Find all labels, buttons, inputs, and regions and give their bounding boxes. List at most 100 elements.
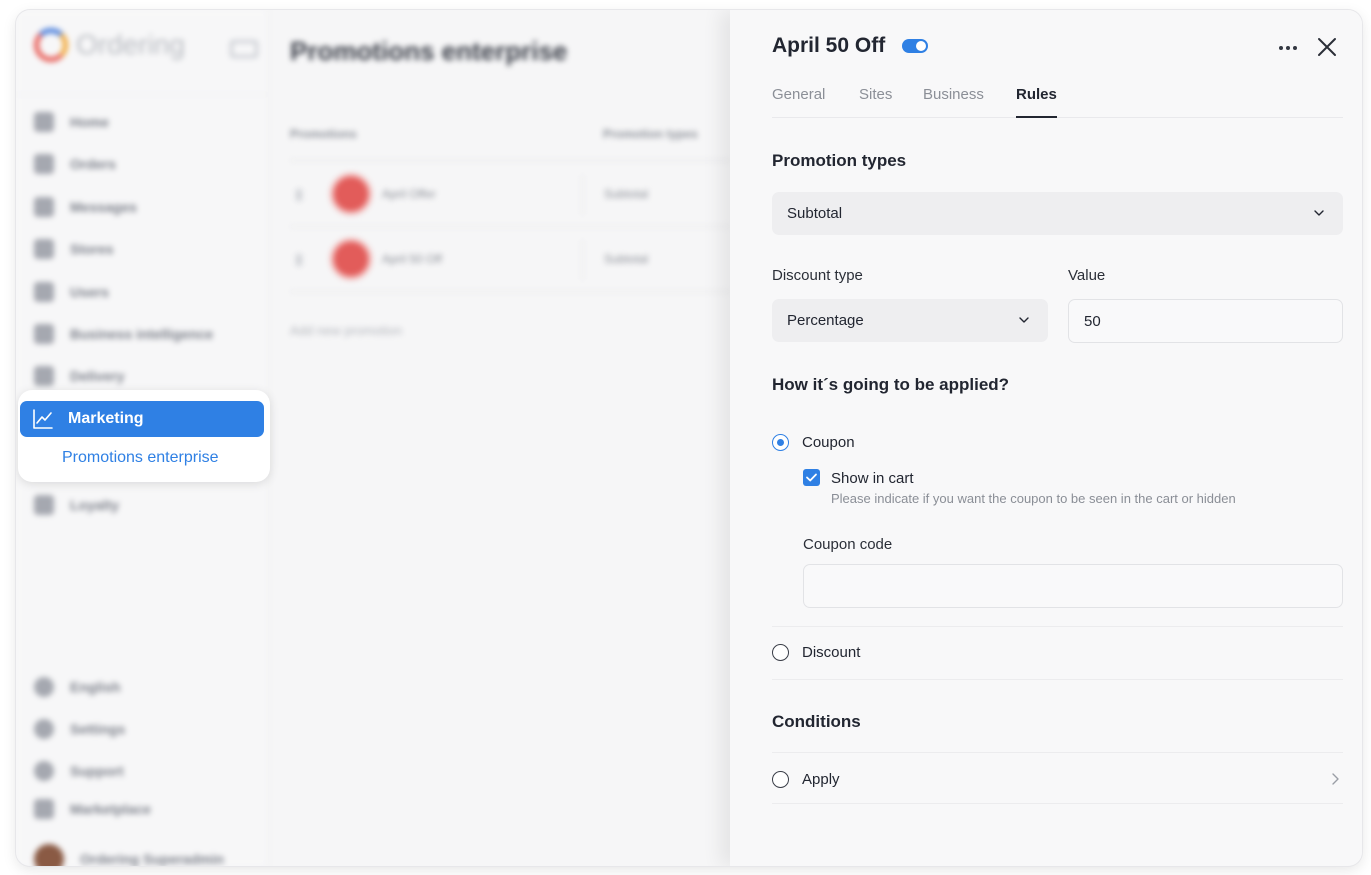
sidebar-item-label: Business intelligence <box>70 326 214 342</box>
sidebar-item-label: Marketing <box>68 410 144 427</box>
sidebar-subitem-promotions-enterprise[interactable]: Promotions enterprise <box>62 449 219 467</box>
sidebar-item-users[interactable]: Users <box>34 282 109 302</box>
promotion-name: April Offer <box>382 187 436 201</box>
sidebar-item-loyalty[interactable]: Loyalty <box>34 495 119 515</box>
more-options-icon[interactable] <box>1276 40 1300 56</box>
sidebar-item-marketplace[interactable]: Marketplace <box>34 799 151 819</box>
sidebar-item-support[interactable]: Support <box>34 761 124 781</box>
add-promotion-link[interactable]: Add new promotion <box>290 323 402 338</box>
table-row[interactable]: April 50 Off Subtotal <box>290 228 730 292</box>
tab-business[interactable]: Business <box>923 86 984 118</box>
sidebar-item-settings[interactable]: Settings <box>34 719 125 739</box>
sidebar-item-orders[interactable]: Orders <box>34 154 116 174</box>
promotion-name: April 50 Off <box>382 252 442 266</box>
discount-radio-label: Discount <box>802 644 861 661</box>
coupon-code-label: Coupon code <box>803 536 893 553</box>
divider <box>772 803 1343 804</box>
chevron-right-icon[interactable] <box>1330 772 1340 786</box>
sidebar-item-label: Marketplace <box>70 801 151 817</box>
promotion-type: Subtotal <box>604 187 649 201</box>
language-label: English <box>70 679 121 695</box>
sidebar-item-label: Stores <box>70 241 114 257</box>
sidebar-item-stores[interactable]: Stores <box>34 239 114 259</box>
sidebar-item-label: Home <box>70 114 109 130</box>
coupon-code-input[interactable] <box>803 564 1343 608</box>
apply-label: Apply <box>802 771 840 788</box>
globe-icon <box>34 677 54 697</box>
collapse-sidebar-icon[interactable] <box>230 40 258 58</box>
close-icon[interactable] <box>1314 34 1340 60</box>
stores-icon <box>34 239 54 259</box>
app-window: Ordering Home Orders Messages Stores Use… <box>16 10 1362 866</box>
tab-general[interactable]: General <box>772 86 825 118</box>
sidebar-item-delivery[interactable]: Delivery <box>34 366 124 386</box>
trophy-icon <box>34 495 54 515</box>
promotion-icon <box>330 238 372 280</box>
tab-sites[interactable]: Sites <box>859 86 892 118</box>
enable-toggle[interactable] <box>902 39 928 53</box>
sidebar-item-label: Loyalty <box>70 497 120 513</box>
discount-radio[interactable] <box>772 644 789 661</box>
chevron-down-icon <box>1019 317 1029 323</box>
promotion-detail-drawer: April 50 Off General Sites Business Rule… <box>730 10 1362 866</box>
coupon-radio-label: Coupon <box>802 434 855 451</box>
sidebar-item-label: Support <box>70 763 124 779</box>
marketing-menu-card: Marketing Promotions enterprise <box>18 390 270 482</box>
promotion-type-select[interactable]: Subtotal <box>772 192 1343 235</box>
column-header-promotion-types: Promotion types <box>603 127 698 141</box>
show-in-cart-hint: Please indicate if you want the coupon t… <box>831 491 1236 506</box>
promotion-type-value: Subtotal <box>787 205 843 222</box>
user-profile[interactable]: Ordering Superadmin <box>34 844 224 866</box>
app-logo: Ordering <box>34 28 185 62</box>
value-input[interactable]: 50 <box>1068 299 1343 343</box>
drag-handle-icon[interactable] <box>296 254 302 266</box>
sidebar-item-label: Users <box>70 284 109 300</box>
promotion-icon <box>330 173 372 215</box>
external-link-icon <box>34 799 54 819</box>
logo-text: Ordering <box>76 29 185 60</box>
sidebar-item-label: Delivery <box>70 368 125 384</box>
divider <box>772 626 1343 627</box>
sidebar-item-label: Messages <box>70 199 137 215</box>
chart-line-icon <box>33 409 53 429</box>
checkmark-icon <box>806 473 817 482</box>
sidebar-item-business-intelligence[interactable]: Business intelligence <box>34 324 213 344</box>
divider <box>290 160 730 161</box>
divider <box>16 94 268 95</box>
discount-type-select[interactable]: Percentage <box>772 299 1048 342</box>
apply-radio[interactable] <box>772 771 789 788</box>
drag-handle-icon[interactable] <box>296 189 302 201</box>
chart-icon <box>34 324 54 344</box>
divider <box>582 175 583 215</box>
user-name: Ordering Superadmin <box>80 851 224 866</box>
coupon-radio[interactable] <box>772 434 789 451</box>
users-icon <box>34 282 54 302</box>
show-in-cart-checkbox[interactable] <box>803 469 820 486</box>
page-title: Promotions enterprise <box>290 36 568 66</box>
value-label: Value <box>1068 267 1106 284</box>
language-selector[interactable]: English <box>34 677 121 697</box>
column-header-promotions: Promotions <box>290 127 357 141</box>
orders-icon <box>34 154 54 174</box>
divider <box>582 240 583 280</box>
truck-icon <box>34 366 54 386</box>
sidebar-item-messages[interactable]: Messages <box>34 197 137 217</box>
tab-rules[interactable]: Rules <box>1016 86 1057 118</box>
drawer-title: April 50 Off <box>772 34 886 57</box>
sidebar-item-marketing[interactable]: Marketing <box>20 401 264 437</box>
tab-bar: General Sites Business Rules <box>772 86 1343 118</box>
logo-icon <box>34 28 68 62</box>
conditions-heading: Conditions <box>772 712 861 731</box>
divider <box>772 752 1343 753</box>
discount-type-label: Discount type <box>772 267 863 284</box>
home-icon <box>34 112 54 132</box>
promotion-types-heading: Promotion types <box>772 151 907 170</box>
promotion-type: Subtotal <box>604 252 649 266</box>
chevron-down-icon <box>1314 210 1324 216</box>
sidebar-item-label: Settings <box>70 721 126 737</box>
sidebar-item-home[interactable]: Home <box>34 112 109 132</box>
headset-icon <box>34 761 54 781</box>
table-row[interactable]: April Offer Subtotal <box>290 163 730 227</box>
messages-icon <box>34 197 54 217</box>
divider <box>772 679 1343 680</box>
